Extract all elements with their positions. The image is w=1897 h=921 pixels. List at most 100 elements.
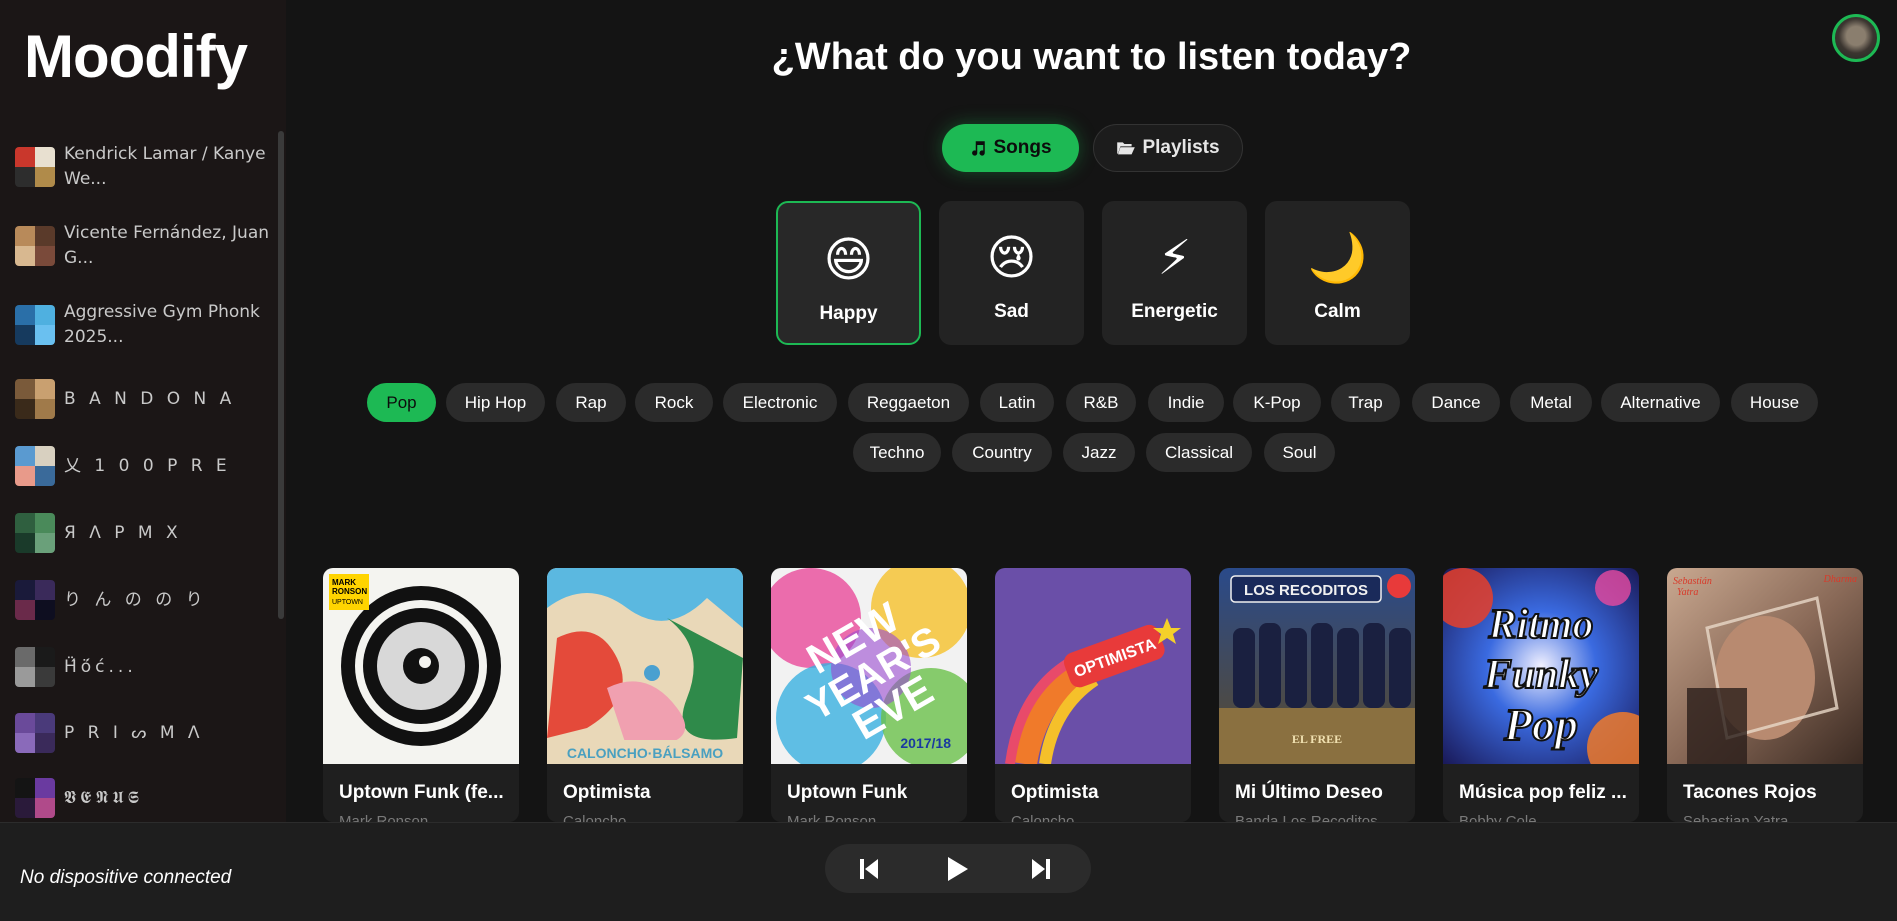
play-button[interactable]: [938, 844, 978, 893]
svg-text:EL FREE: EL FREE: [1292, 732, 1342, 746]
svg-text:Pop: Pop: [1503, 699, 1578, 750]
genre-chip[interactable]: Hip Hop: [446, 383, 545, 422]
sidebar-scrollbar[interactable]: [278, 131, 284, 619]
mood-card-happy[interactable]: 😄 Happy: [776, 201, 921, 345]
genre-chip[interactable]: Electronic: [723, 383, 837, 422]
next-button[interactable]: [1021, 844, 1061, 893]
song-artist: Sebastian Yatra: [1683, 813, 1789, 822]
playlist-item[interactable]: Ḧ́ö́ć...: [15, 647, 270, 687]
genre-chip[interactable]: Classical: [1146, 433, 1252, 472]
genre-chip[interactable]: Techno: [853, 433, 941, 472]
playlist-cover: [15, 446, 55, 486]
song-card[interactable]: MARK RONSON UPTOWN Uptown Funk (fe... Ma…: [323, 568, 519, 822]
mood-label: Happy: [819, 303, 878, 324]
playlist-item[interactable]: P R I ᔕ M Λ: [15, 713, 270, 753]
playlist-cover: [15, 513, 55, 553]
songs-toggle-button[interactable]: Songs: [942, 124, 1079, 172]
genre-chip[interactable]: Metal: [1510, 383, 1592, 422]
album-cover: OPTIMISTA: [995, 568, 1191, 764]
sidebar: Moodify Kendrick Lamar / Kanye We... Vic…: [0, 0, 286, 822]
song-artist: Mark Ronson: [339, 813, 429, 822]
genre-chip[interactable]: Country: [952, 433, 1052, 472]
song-card[interactable]: CALONCHO·BÁLSAMO Optimista Caloncho: [547, 568, 743, 822]
song-card[interactable]: OPTIMISTA Optimista Caloncho: [995, 568, 1191, 822]
playlist-item[interactable]: B A N D O N A: [15, 379, 270, 419]
album-cover: NEW YEAR'S EVE 2017/18: [771, 568, 967, 764]
lightning-icon: ⚡: [1157, 232, 1192, 285]
playlist-name: Я Λ Ρ Μ Χ: [64, 522, 182, 543]
genre-chip[interactable]: Trap: [1331, 383, 1400, 422]
album-cover: MARK RONSON UPTOWN: [323, 568, 519, 764]
genre-chip[interactable]: Indie: [1148, 383, 1224, 422]
playlist-name: 乂 1 0 0 P R E: [64, 455, 231, 476]
song-card[interactable]: Ritmo Funky Pop Música pop feliz ... Bob…: [1443, 568, 1639, 822]
genre-chip[interactable]: Rock: [635, 383, 713, 422]
playback-controls: [825, 844, 1091, 893]
song-title: Música pop feliz ...: [1459, 782, 1627, 803]
genre-chip[interactable]: Reggaeton: [848, 383, 969, 422]
playlist-name: Ḧ́ö́ć...: [64, 656, 137, 677]
svg-text:LOS RECODITOS: LOS RECODITOS: [1244, 582, 1368, 599]
svg-text:Ritmo: Ritmo: [1487, 602, 1593, 648]
genre-chip[interactable]: Dance: [1412, 383, 1500, 422]
mood-card-calm[interactable]: 🌙 Calm: [1265, 201, 1410, 345]
songs-toggle-label: Songs: [993, 137, 1052, 158]
happy-emoji-icon: 😄: [823, 234, 874, 287]
mood-label: Energetic: [1131, 301, 1218, 322]
song-title: Uptown Funk (fe...: [339, 782, 504, 803]
playlist-cover: [15, 647, 55, 687]
playlists-toggle-button[interactable]: Playlists: [1093, 124, 1243, 172]
app-logo[interactable]: Moodify: [24, 22, 248, 92]
playlist-name: Aggressive Gym Phonk 2025...: [64, 302, 260, 347]
playlist-name: り ん の の り: [64, 589, 207, 610]
skip-forward-icon: [1032, 858, 1050, 879]
genre-chip[interactable]: Alternative: [1601, 383, 1720, 422]
cover-text: MARK: [332, 578, 356, 587]
song-title: Tacones Rojos: [1683, 782, 1817, 803]
svg-text:Sebastián: Sebastián: [1673, 576, 1712, 587]
svg-text:2017/18: 2017/18: [900, 735, 951, 751]
playlists-toggle-label: Playlists: [1142, 137, 1220, 158]
song-card[interactable]: NEW YEAR'S EVE 2017/18 Uptown Funk Mark …: [771, 568, 967, 822]
genre-chip[interactable]: Soul: [1264, 433, 1335, 472]
genre-chip[interactable]: K-Pop: [1233, 383, 1321, 422]
genre-chip[interactable]: R&B: [1066, 383, 1136, 422]
playlist-item[interactable]: Vicente Fernández, Juan G...: [15, 221, 270, 271]
page-title: ¿What do you want to listen today?: [771, 36, 1412, 78]
playlist-cover: [15, 147, 55, 187]
play-icon: [948, 856, 968, 881]
playlist-cover: [15, 226, 55, 266]
song-artist: Mark Ronson: [787, 813, 877, 822]
genre-chip[interactable]: House: [1731, 383, 1818, 422]
song-card[interactable]: LOS RECODITOS EL FREE Mi Último Deseo Ba…: [1219, 568, 1415, 822]
song-artist: Caloncho: [563, 813, 627, 822]
song-title: Uptown Funk: [787, 782, 908, 803]
song-title: Optimista: [563, 782, 651, 803]
genre-chip[interactable]: Jazz: [1063, 433, 1135, 472]
svg-text:RONSON: RONSON: [332, 587, 367, 596]
album-cover: LOS RECODITOS EL FREE: [1219, 568, 1415, 764]
mood-card-sad[interactable]: 😢 Sad: [939, 201, 1084, 345]
genre-chip[interactable]: Pop: [367, 383, 436, 422]
skip-back-icon: [860, 858, 878, 879]
album-cover: CALONCHO·BÁLSAMO: [547, 568, 743, 764]
song-artist: Caloncho: [1011, 813, 1075, 822]
genre-chip[interactable]: Latin: [980, 383, 1054, 422]
playlist-item[interactable]: り ん の の り: [15, 580, 270, 620]
svg-text:Funky: Funky: [1483, 652, 1599, 698]
previous-button[interactable]: [849, 844, 889, 893]
player-bar: No dispositive connected: [0, 822, 1897, 921]
playlist-cover: [15, 713, 55, 753]
song-card[interactable]: Sebastián Yatra Dharma Tacones Rojos Seb…: [1667, 568, 1863, 822]
svg-text:Dharma: Dharma: [1823, 574, 1857, 585]
playlist-name: Vicente Fernández, Juan G...: [64, 223, 270, 268]
genre-chip[interactable]: Rap: [556, 383, 626, 422]
song-title: Mi Último Deseo: [1235, 782, 1383, 803]
device-status: No dispositive connected: [20, 867, 232, 888]
playlist-item[interactable]: 𝖁𝕰𝕹𝖀𝕾: [15, 778, 270, 818]
playlist-item[interactable]: Kendrick Lamar / Kanye We...: [15, 142, 270, 192]
mood-card-energetic[interactable]: ⚡ Energetic: [1102, 201, 1247, 345]
playlist-item[interactable]: Я Λ Ρ Μ Χ: [15, 513, 270, 553]
playlist-item[interactable]: Aggressive Gym Phonk 2025...: [15, 300, 270, 350]
playlist-item[interactable]: 乂 1 0 0 P R E: [15, 446, 270, 486]
